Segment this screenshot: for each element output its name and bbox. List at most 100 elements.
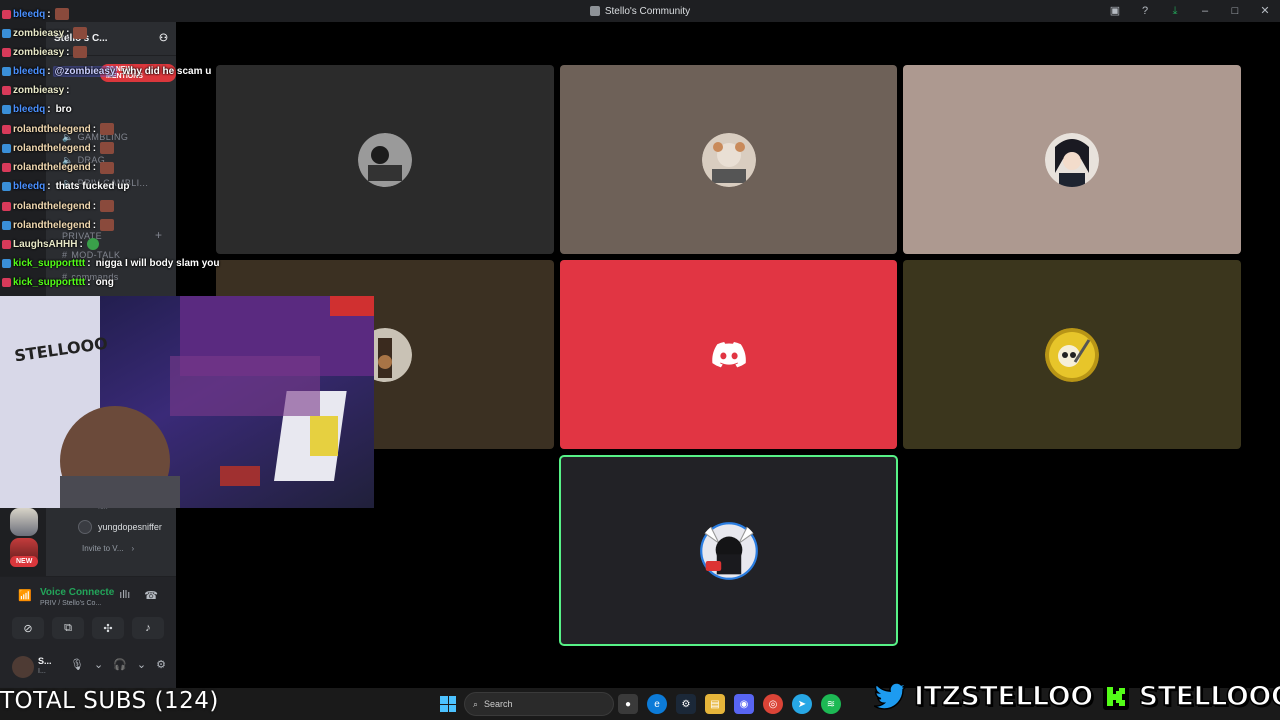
chat-message: rolandthelegend : bbox=[2, 200, 115, 212]
webcam-overlay: STELLOOO bbox=[0, 296, 374, 508]
chat-username: zombieasy bbox=[13, 46, 65, 58]
participant-tile-6[interactable] bbox=[903, 260, 1241, 449]
cat-avatar bbox=[701, 132, 756, 187]
chat-separator: : bbox=[87, 276, 91, 288]
participant-tile-1[interactable] bbox=[216, 65, 554, 254]
chat-separator: : bbox=[87, 257, 91, 269]
soundboard-icon[interactable]: ♪ bbox=[132, 617, 164, 639]
chat-message: bleedq : bro bbox=[2, 104, 72, 115]
chat-badge-icon bbox=[2, 9, 11, 19]
signal-icon[interactable]: 📶 bbox=[18, 589, 32, 603]
chat-message: zombieasy : bbox=[2, 46, 88, 59]
search-icon: ⌕ bbox=[473, 698, 479, 709]
chat-badge-icon bbox=[2, 66, 11, 76]
steam-icon[interactable]: ⚙ bbox=[676, 694, 696, 714]
download-icon[interactable]: ⤓ bbox=[1168, 3, 1182, 19]
chat-username: bleedq bbox=[13, 180, 46, 192]
bw-avatar bbox=[358, 132, 412, 187]
noise-suppression-icon[interactable]: ıllı bbox=[119, 589, 130, 602]
close-icon[interactable]: ✕ bbox=[1258, 3, 1272, 19]
chat-badge-icon bbox=[2, 28, 11, 38]
chat-emote-icon bbox=[100, 142, 115, 155]
chat-message: rolandthelegend : bbox=[2, 142, 115, 155]
chat-separator: : bbox=[79, 238, 83, 250]
taskbar-search[interactable]: ⌕ Search bbox=[464, 692, 614, 716]
chat-username: rolandthelegend bbox=[13, 142, 91, 154]
chat-separator: : bbox=[66, 84, 70, 96]
chat-emote-icon bbox=[86, 238, 99, 251]
chat-username: bleedq bbox=[13, 8, 46, 20]
disconnect-icon[interactable]: ☎ bbox=[144, 589, 158, 602]
edge-icon[interactable]: e bbox=[647, 694, 667, 714]
server-icon-1[interactable] bbox=[10, 508, 38, 536]
files-icon[interactable]: ▤ bbox=[705, 694, 725, 714]
voice-buttons: ⊘ ⧉ ✣ ♪ bbox=[12, 617, 164, 639]
participant-tile-7[interactable] bbox=[559, 455, 898, 646]
voice-status[interactable]: Voice Connecte bbox=[40, 587, 114, 598]
spotify-icon[interactable]: ≋ bbox=[821, 694, 841, 714]
microphone-icon[interactable]: 🎙 bbox=[70, 658, 84, 671]
participant-tile-5[interactable] bbox=[560, 260, 897, 449]
help-icon[interactable]: ? bbox=[1138, 3, 1152, 19]
chat-separator: : bbox=[47, 65, 51, 77]
voice-user-name: yungdopesniffer bbox=[98, 522, 162, 532]
chat-separator: : bbox=[47, 104, 51, 115]
chat-badge-icon bbox=[2, 220, 11, 230]
chat-emote-icon bbox=[100, 161, 115, 174]
chat-badge-icon bbox=[2, 105, 11, 114]
chat-emote-icon bbox=[54, 8, 69, 20]
user-panel: S... I... 🎙 ⌄ 🎧 ⌄ ⚙ bbox=[0, 648, 176, 688]
chat-username: bleedq bbox=[13, 65, 46, 77]
user-name[interactable]: S... bbox=[38, 656, 52, 666]
discord-icon[interactable]: ◉ bbox=[734, 694, 754, 714]
search-label: Search bbox=[484, 699, 513, 709]
screen-share-icon[interactable]: ⧉ bbox=[52, 617, 84, 639]
gear-icon[interactable]: ⚙ bbox=[156, 658, 166, 671]
chrome-icon[interactable]: ◎ bbox=[763, 694, 783, 714]
telegram-icon[interactable]: ➤ bbox=[792, 694, 812, 714]
chevron-right-icon: › bbox=[131, 544, 135, 553]
chat-badge-icon bbox=[2, 201, 11, 211]
kick-handle: STELLOOO bbox=[1138, 680, 1280, 713]
chat-badge-icon bbox=[2, 85, 11, 95]
gold-skull-avatar bbox=[1045, 327, 1099, 382]
voice-user-avatar bbox=[78, 520, 92, 534]
chat-username: rolandthelegend bbox=[13, 200, 91, 212]
invite-to-voice[interactable]: Invite to V... › bbox=[82, 544, 134, 553]
chat-badge-icon bbox=[2, 258, 11, 268]
user-controls: 🎙 ⌄ 🎧 ⌄ ⚙ bbox=[70, 658, 166, 671]
invite-label: Invite to V... bbox=[82, 544, 124, 553]
chat-message: rolandthelegend : bbox=[2, 161, 115, 174]
webcam-feed bbox=[0, 296, 374, 508]
twitter-handle: ITZSTELLOO bbox=[913, 680, 1094, 713]
maximize-icon[interactable]: □ bbox=[1228, 3, 1242, 19]
inbox-icon[interactable]: ▣ bbox=[1108, 3, 1122, 19]
voice-user-row[interactable]: yungdopesniffer bbox=[78, 520, 162, 534]
obs-icon[interactable]: ● bbox=[618, 694, 638, 714]
chat-badge-icon bbox=[2, 277, 11, 287]
chevron-down-icon[interactable]: ⌄ bbox=[94, 658, 103, 671]
chevron-down-icon[interactable]: ⌄ bbox=[137, 658, 146, 671]
headphones-icon[interactable]: 🎧 bbox=[113, 658, 127, 671]
chat-separator: : bbox=[47, 8, 51, 20]
socials-overlay: ITZSTELLOO STELLOOO bbox=[874, 680, 1280, 713]
participant-tile-3[interactable] bbox=[903, 65, 1241, 254]
participant-tile-2[interactable] bbox=[560, 65, 897, 254]
windows-start-icon[interactable] bbox=[440, 696, 456, 712]
chat-username: rolandthelegend bbox=[13, 219, 91, 231]
chat-message: bleedq : @zombieasy why did he scam u bbox=[2, 65, 211, 77]
user-avatar[interactable] bbox=[12, 656, 34, 678]
chat-username: zombieasy bbox=[13, 84, 65, 96]
chat-emote-icon bbox=[100, 123, 115, 136]
minimize-icon[interactable]: – bbox=[1198, 3, 1212, 19]
taskbar-apps: ● e ⚙ ▤ ◉ ◎ ➤ ≋ bbox=[618, 694, 841, 714]
activities-icon[interactable]: ✣ bbox=[92, 617, 124, 639]
chat-separator: : bbox=[92, 162, 97, 174]
camera-off-icon[interactable]: ⊘ bbox=[12, 617, 44, 639]
chat-username: bleedq bbox=[13, 104, 46, 115]
chat-message: rolandthelegend : bbox=[2, 219, 115, 232]
twitter-bird-icon bbox=[874, 682, 908, 712]
voice-channel-path[interactable]: PRIV / Stello's Co... bbox=[40, 600, 101, 607]
chat-message: zombieasy : bbox=[2, 85, 69, 96]
chat-username: LaughsAHHH bbox=[13, 238, 78, 250]
